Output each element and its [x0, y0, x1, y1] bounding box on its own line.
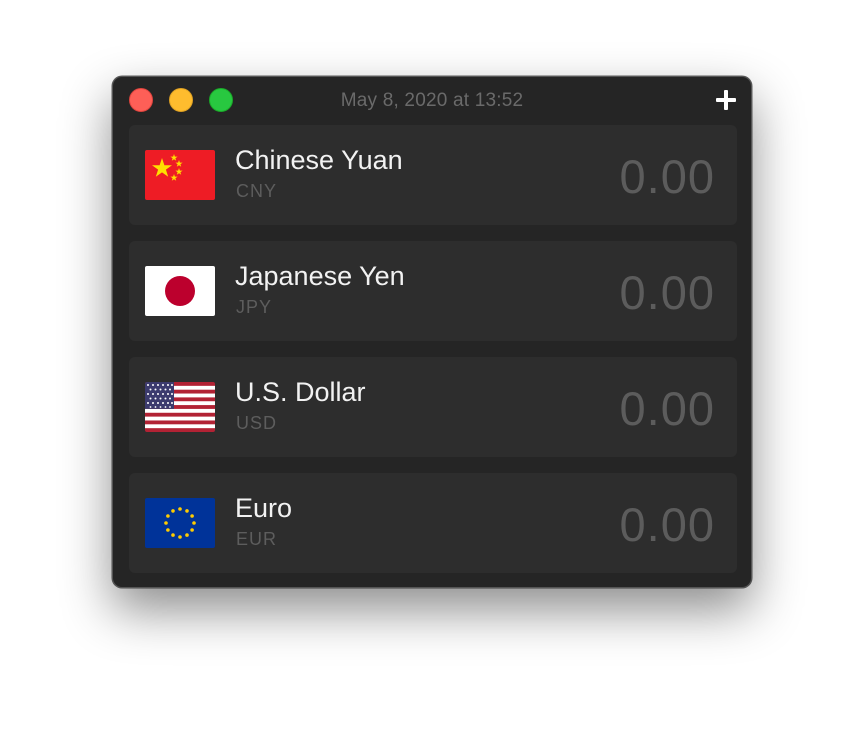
currency-row-eur[interactable]: Euro EUR 0.00 — [129, 473, 737, 573]
add-currency-button[interactable] — [715, 89, 737, 111]
china-flag-icon — [145, 150, 215, 200]
currency-amount-field[interactable]: 0.00 — [620, 265, 715, 320]
window-title: May 8, 2020 at 13:52 — [340, 90, 524, 111]
currency-code: JPY — [236, 297, 273, 317]
eu-flag-icon — [145, 498, 215, 548]
usa-flag-icon — [145, 382, 215, 432]
currency-code: EUR — [236, 529, 278, 549]
currency-row-cny[interactable]: Chinese Yuan CNY 0.00 — [129, 125, 737, 225]
currency-code: USD — [236, 413, 278, 433]
currency-amount-field[interactable]: 0.00 — [620, 149, 715, 204]
currency-list: Chinese Yuan CNY 0.00 Japanese Yen JPY 0… — [129, 125, 737, 589]
currency-name: Chinese Yuan — [235, 145, 403, 175]
currency-row-jpy[interactable]: Japanese Yen JPY 0.00 — [129, 241, 737, 341]
currency-amount-field[interactable]: 0.00 — [620, 381, 715, 436]
currency-code: CNY — [236, 181, 278, 201]
currency-amount-field[interactable]: 0.00 — [620, 497, 715, 552]
currency-name: U.S. Dollar — [235, 377, 366, 407]
title-bar[interactable]: May 8, 2020 at 13:52 — [113, 77, 751, 123]
currency-name: Japanese Yen — [235, 261, 405, 291]
app-window: May 8, 2020 at 13:52 Chinese Yuan CNY 0.… — [112, 76, 752, 588]
currency-name: Euro — [235, 493, 293, 523]
japan-flag-icon — [145, 266, 215, 316]
currency-row-usd[interactable]: U.S. Dollar USD 0.00 — [129, 357, 737, 457]
